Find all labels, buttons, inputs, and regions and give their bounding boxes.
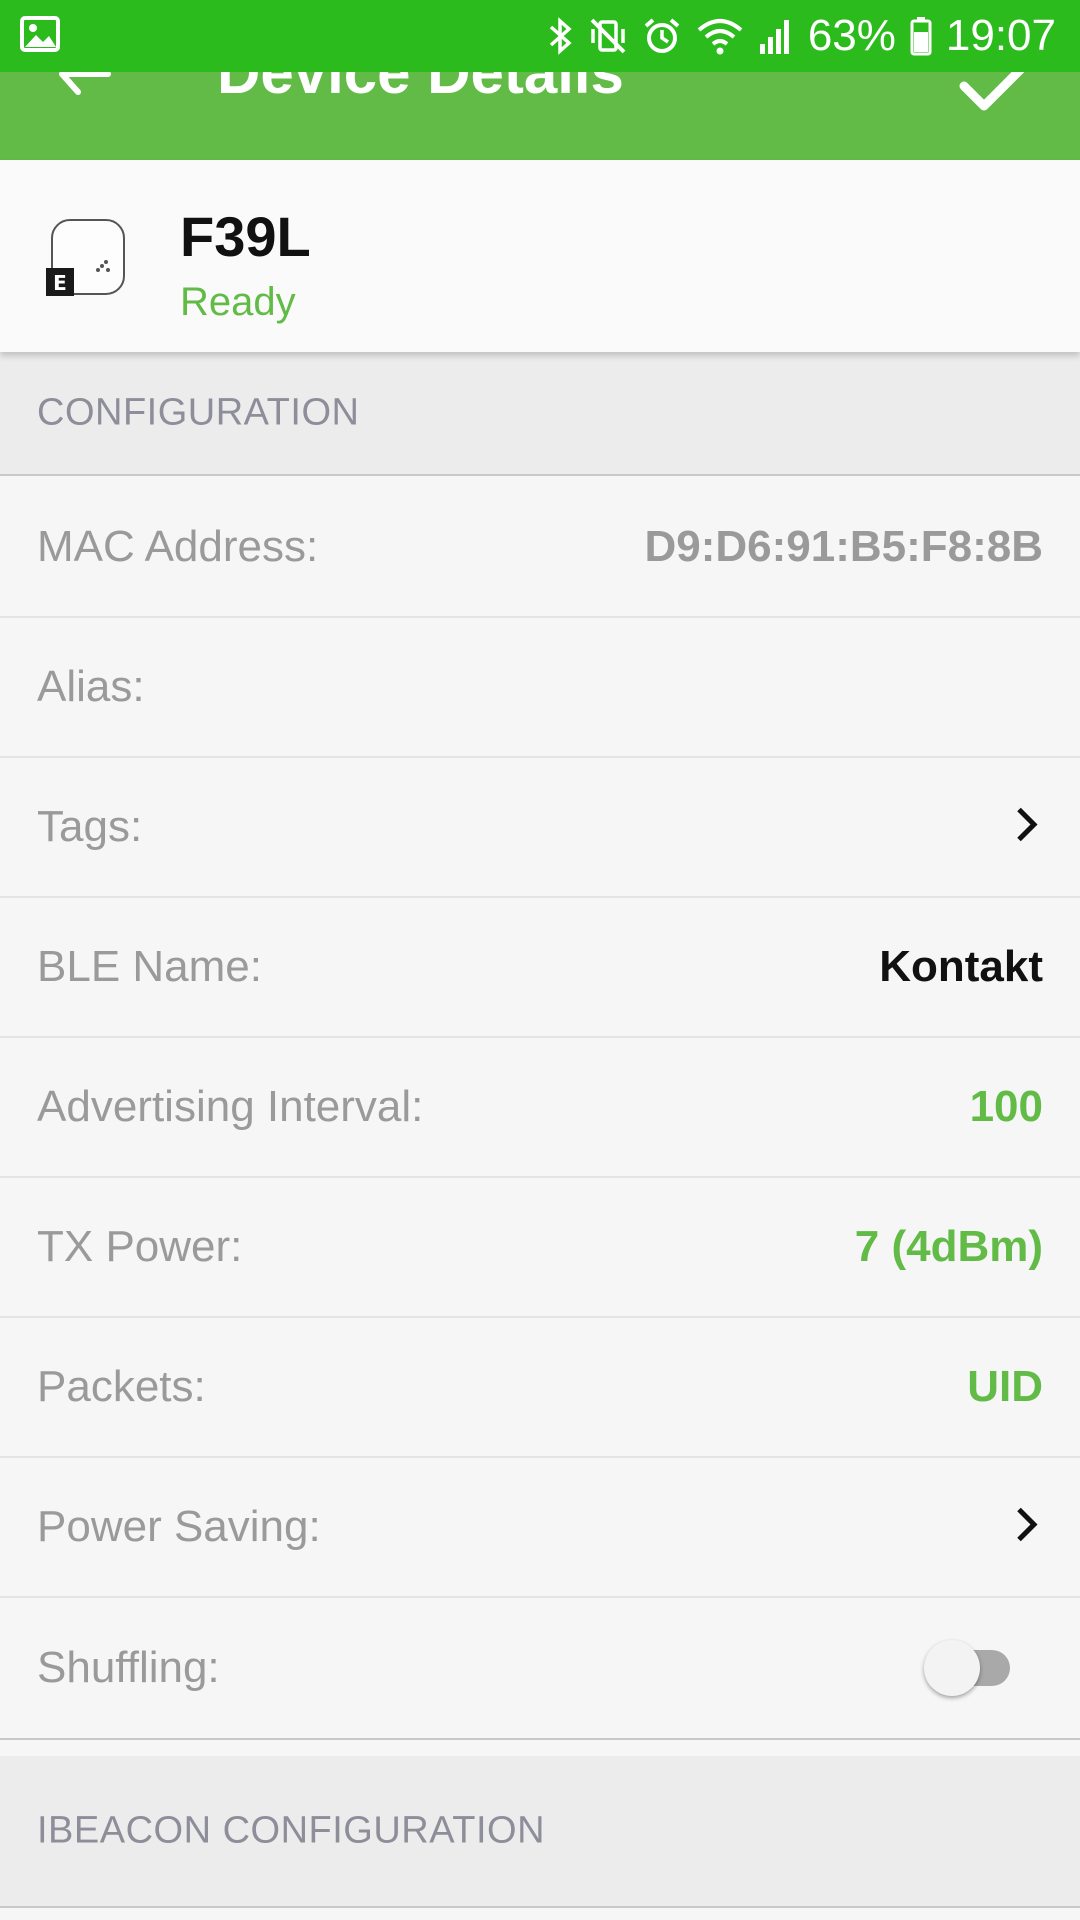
gallery-notification-icon	[20, 16, 60, 57]
row-label: Tags:	[37, 802, 143, 851]
signal-icon	[758, 16, 794, 56]
alarm-icon	[642, 16, 682, 56]
status-bar: 63% 19:07	[0, 0, 1080, 72]
battery-icon	[910, 16, 932, 56]
vibrate-mute-icon	[588, 16, 628, 56]
clock-time: 19:07	[945, 11, 1056, 60]
row-label: Shuffling:	[37, 1643, 220, 1692]
page-title: Device Details	[217, 72, 624, 106]
tx-power-value: 7 (4dBm)	[854, 1222, 1043, 1271]
battery-percent: 63%	[807, 11, 896, 60]
row-packets[interactable]: Packets: UID	[0, 1318, 1080, 1458]
section-header-ibeacon: IBEACON CONFIGURATION	[0, 1756, 1080, 1908]
beacon-device-icon: E	[46, 216, 130, 305]
app-bar: Device Details	[0, 72, 1080, 160]
device-header-card: E F39L Ready	[0, 160, 1080, 352]
row-label: Advertising Interval:	[37, 1082, 424, 1131]
wifi-icon	[696, 16, 744, 56]
row-mac-address: MAC Address: D9:D6:91:B5:F8:8B	[0, 478, 1080, 618]
row-shuffling: Shuffling:	[0, 1598, 1080, 1740]
section-title: IBEACON CONFIGURATION	[37, 1809, 546, 1852]
row-ble-name[interactable]: BLE Name: Kontakt	[0, 898, 1080, 1038]
row-label: BLE Name:	[37, 942, 262, 991]
row-label: MAC Address:	[37, 522, 319, 571]
bluetooth-icon	[548, 16, 574, 56]
device-badge: E	[53, 271, 67, 295]
row-tx-power[interactable]: TX Power: 7 (4dBm)	[0, 1178, 1080, 1318]
packets-value: UID	[967, 1362, 1043, 1411]
toggle-thumb	[924, 1640, 980, 1696]
row-advertising-interval[interactable]: Advertising Interval: 100	[0, 1038, 1080, 1178]
shuffling-toggle[interactable]	[924, 1638, 1010, 1698]
row-label: Alias:	[37, 662, 145, 711]
section-header-configuration: CONFIGURATION	[0, 352, 1080, 476]
mac-address-value: D9:D6:91:B5:F8:8B	[644, 522, 1043, 571]
chevron-right-icon	[1014, 805, 1040, 850]
row-label: Packets:	[37, 1362, 206, 1411]
confirm-check-icon[interactable]	[956, 72, 1036, 126]
configuration-list: MAC Address: D9:D6:91:B5:F8:8B Alias: Ta…	[0, 478, 1080, 1740]
row-alias[interactable]: Alias:	[0, 618, 1080, 758]
row-label: Power Saving:	[37, 1502, 321, 1551]
section-title: CONFIGURATION	[37, 391, 360, 434]
ble-name-value: Kontakt	[879, 942, 1043, 991]
device-status: Ready	[180, 280, 296, 324]
advertising-interval-value: 100	[969, 1082, 1043, 1131]
row-tags[interactable]: Tags:	[0, 758, 1080, 898]
row-label: TX Power:	[37, 1222, 243, 1271]
back-arrow-icon[interactable]	[52, 72, 122, 112]
device-name: F39L	[180, 205, 311, 268]
row-power-saving[interactable]: Power Saving:	[0, 1458, 1080, 1598]
chevron-right-icon	[1014, 1505, 1040, 1550]
